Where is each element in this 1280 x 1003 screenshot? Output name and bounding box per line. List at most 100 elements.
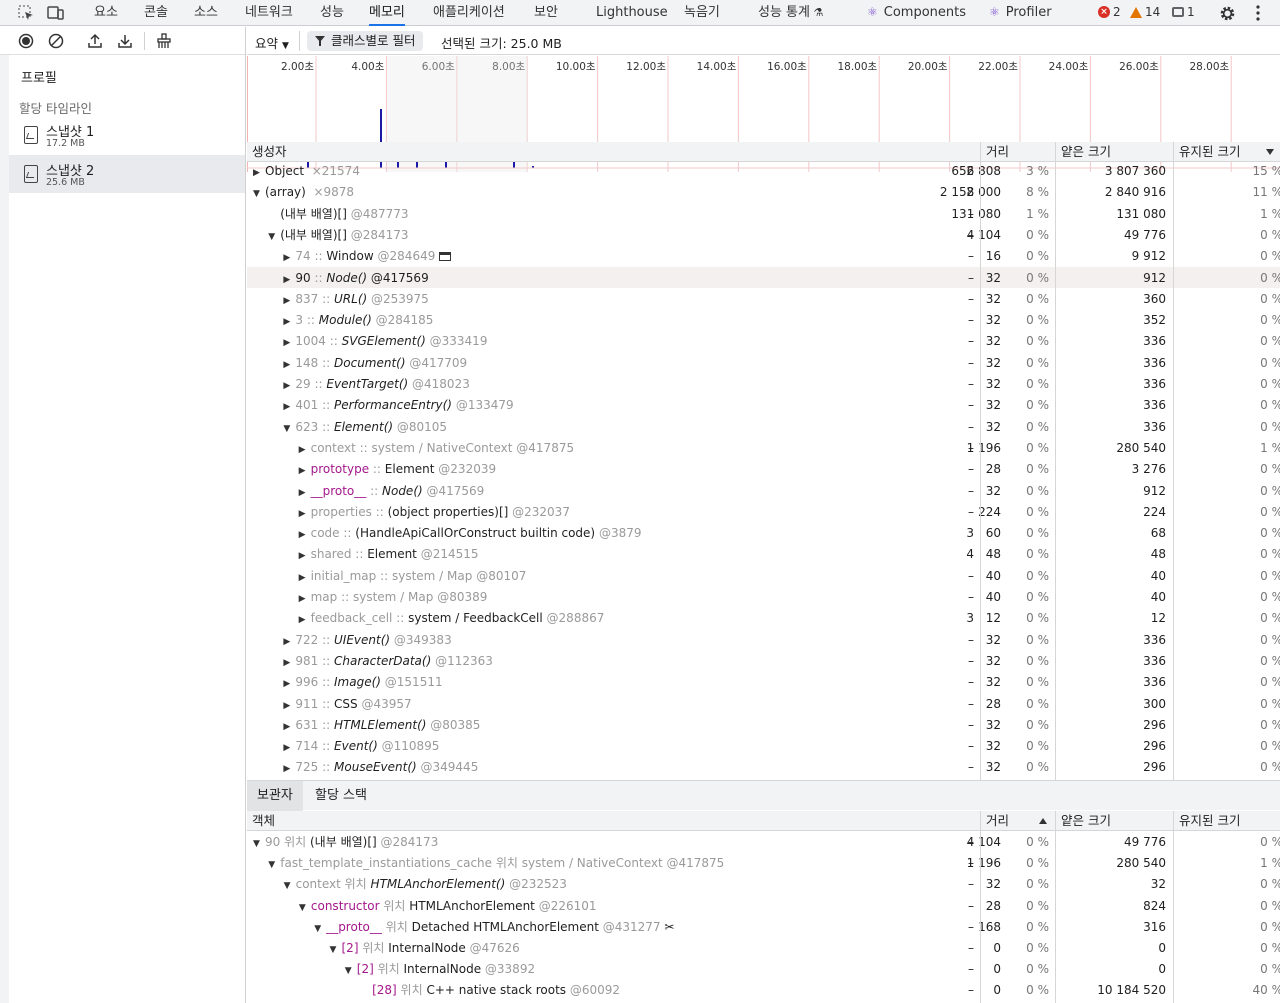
table-row[interactable]: ▶631 :: HTMLElement() @80385–320 %2960 %: [247, 714, 1280, 735]
collapsed-arrow-icon[interactable]: ▶: [283, 760, 295, 778]
collapsed-arrow-icon[interactable]: ▶: [283, 718, 295, 736]
tab-elements[interactable]: 요소: [94, 0, 118, 26]
collapsed-arrow-icon[interactable]: ▶: [283, 271, 295, 289]
table-row[interactable]: ▼ __proto__ 위치 Detached HTMLAnchorElement…: [247, 916, 1280, 937]
save-profile-button[interactable]: [115, 31, 135, 51]
table-row[interactable]: (내부 배열)[] @487773–131 0801 %131 0801 %: [247, 203, 1280, 224]
collapsed-arrow-icon[interactable]: ▶: [283, 377, 295, 395]
table-row[interactable]: ▶shared :: Element @2145154480 %480 %: [247, 543, 1280, 564]
table-row[interactable]: [28] 위치 C++ native stack roots @60092–0 0…: [247, 979, 1280, 1000]
expanded-arrow-icon[interactable]: ▼: [253, 185, 265, 203]
table-row[interactable]: ▶ 981 :: CharacterData() @112363–32 0 % 336…: [247, 650, 1280, 671]
table-row[interactable]: ▼ context 위치 HTMLAnchorElement() @232523–…: [247, 873, 1280, 894]
table-row[interactable]: ▶ prototype :: Element @232039–28 0 % 3 276…: [247, 458, 1280, 479]
table-row[interactable]: ▶ feedback_cell :: system / FeedbackCell …: [247, 607, 1280, 628]
collapsed-arrow-icon[interactable]: ▶: [283, 334, 295, 352]
collapsed-arrow-icon[interactable]: ▶: [299, 462, 311, 480]
table-row[interactable]: ▼ 90 위치 (내부 배열)[] @284173–4 104 0 % 49 776 0…: [247, 831, 1280, 852]
table-row[interactable]: ▼ fast_template_instantiations_cache 위치 s…: [247, 852, 1280, 873]
column-constructor[interactable]: 생성자: [247, 142, 287, 162]
table-row[interactable]: ▶74 :: Window @284649–160 %9 9120 %: [247, 245, 1280, 266]
table-row[interactable]: ▶90 :: Node() @417569–320 %9120 %: [247, 266, 1280, 289]
table-row[interactable]: ▶3 :: Module() @284185–320 %3520 %: [247, 309, 1280, 330]
collapsed-arrow-icon[interactable]: ▶: [253, 164, 265, 182]
column-shallow-size[interactable]: 얕은 크기: [1056, 142, 1111, 162]
collapsed-arrow-icon[interactable]: ▶: [283, 697, 295, 715]
inspect-element-icon[interactable]: [16, 3, 36, 23]
table-row[interactable]: ▶map :: system / Map @80389–400 %400 %: [247, 586, 1280, 607]
warning-count[interactable]: 14: [1130, 5, 1160, 19]
message-count[interactable]: 1: [1172, 5, 1195, 19]
snapshot-item-1[interactable]: 스냅샷 1 17.2 MB: [9, 116, 245, 154]
class-filter-button[interactable]: 클래스별로 필터: [307, 31, 424, 51]
tab-network[interactable]: 네트워크: [245, 0, 293, 26]
collapsed-arrow-icon[interactable]: ▶: [299, 484, 311, 502]
table-row[interactable]: ▶29 :: EventTarget() @418023–320 %3360 %: [247, 373, 1280, 394]
collapsed-arrow-icon[interactable]: ▶: [283, 654, 295, 672]
tab-retainers[interactable]: 보관자: [247, 781, 303, 811]
settings-gear-icon[interactable]: [1217, 3, 1237, 23]
collapsed-arrow-icon[interactable]: ▶: [283, 356, 295, 374]
tab-recorder[interactable]: 녹음기: [684, 0, 720, 26]
table-row[interactable]: ▶ initial_map :: system / Map @80107–40 0 …: [247, 565, 1280, 586]
tab-sources[interactable]: 소스: [194, 0, 218, 26]
expanded-arrow-icon[interactable]: ▼: [330, 941, 342, 959]
table-row[interactable]: ▶ 1004 :: SVGElement() @333419–32 0 % 336 0 …: [247, 330, 1280, 351]
record-button[interactable]: [16, 31, 36, 51]
expanded-arrow-icon[interactable]: ▼: [283, 420, 295, 438]
window-icon[interactable]: [439, 252, 452, 262]
collapsed-arrow-icon[interactable]: ▶: [299, 569, 311, 587]
table-row[interactable]: ▶ code :: (HandleApiCallOrConstruct built…: [247, 522, 1280, 543]
table-row[interactable]: ▶911 :: CSS @43957–280 %3000 %: [247, 693, 1280, 714]
collapsed-arrow-icon[interactable]: ▶: [283, 739, 295, 757]
table-row[interactable]: ▶ context :: system / NativeContext @4178…: [247, 437, 1280, 458]
table-row[interactable]: ▶837 :: URL() @253975–320 %3600 %: [247, 288, 1280, 309]
column-distance[interactable]: 거리: [981, 142, 1009, 162]
snapshot-item-2[interactable]: 스냅샷 2 25.6 MB: [9, 155, 245, 193]
tab-performance-insights[interactable]: 성능 통계 ⚗: [758, 0, 823, 26]
expanded-arrow-icon[interactable]: ▼: [268, 856, 280, 874]
table-row[interactable]: ▶722 :: UIEvent() @349383–320 %3360 %: [247, 629, 1280, 650]
collapsed-arrow-icon[interactable]: ▶: [283, 398, 295, 416]
tab-console[interactable]: 콘솔: [144, 0, 168, 26]
collapsed-arrow-icon[interactable]: ▶: [299, 611, 311, 629]
column-object[interactable]: 객체: [247, 811, 275, 831]
table-row[interactable]: ▶996 :: Image() @151511–320 %3360 %: [247, 671, 1280, 692]
table-row[interactable]: ▶148 :: Document() @417709–320 %3360 %: [247, 352, 1280, 373]
load-profile-button[interactable]: [85, 31, 105, 51]
table-row[interactable]: ▶ Object ×21574 2 656 808 3 % 3 807 360 15 %: [247, 160, 1280, 181]
tab-performance[interactable]: 성능: [320, 0, 344, 26]
device-toolbar-icon[interactable]: [46, 3, 66, 23]
table-row[interactable]: ▼623 :: Element() @80105–320 %3360 %: [247, 416, 1280, 437]
tab-profiler[interactable]: ⚛ Profiler: [989, 0, 1052, 26]
column-retained-size[interactable]: 유지된 크기: [1174, 811, 1240, 831]
table-row[interactable]: ▼ (array) ×9878 2 2 158 000 8 % 2 840 916 11 %: [247, 181, 1280, 202]
expanded-arrow-icon[interactable]: ▼: [268, 228, 280, 246]
expanded-arrow-icon[interactable]: ▼: [314, 920, 326, 938]
collect-garbage-icon[interactable]: [154, 31, 174, 51]
collapsed-arrow-icon[interactable]: ▶: [299, 441, 311, 459]
tab-memory[interactable]: 메모리: [369, 0, 405, 26]
collapsed-arrow-icon[interactable]: ▶: [283, 249, 295, 267]
collapsed-arrow-icon[interactable]: ▶: [283, 675, 295, 693]
table-row[interactable]: ▼(내부 배열)[] @284173–4 1040 %49 7760 %: [247, 224, 1280, 245]
error-count[interactable]: × 2: [1098, 5, 1121, 19]
expanded-arrow-icon[interactable]: ▼: [253, 835, 265, 853]
expanded-arrow-icon[interactable]: ▼: [345, 962, 357, 980]
collapsed-arrow-icon[interactable]: ▶: [299, 526, 311, 544]
column-retained-size[interactable]: 유지된 크기: [1174, 142, 1275, 162]
tab-components[interactable]: ⚛ Components: [867, 0, 966, 26]
column-distance[interactable]: 거리: [981, 811, 1048, 831]
tab-allocation-stack[interactable]: 할당 스택: [315, 781, 367, 811]
table-row[interactable]: ▶714 :: Event() @110895–320 %2960 %: [247, 735, 1280, 756]
view-select[interactable]: 요약 ▼: [255, 33, 289, 52]
table-row[interactable]: ▼[2] 위치 InternalNode @33892–00 %00 %: [247, 958, 1280, 979]
expanded-arrow-icon[interactable]: ▼: [299, 899, 311, 917]
clear-all-button[interactable]: [46, 31, 66, 51]
tab-application[interactable]: 애플리케이션: [433, 0, 505, 26]
column-shallow-size[interactable]: 얕은 크기: [1056, 811, 1111, 831]
collapsed-arrow-icon[interactable]: ▶: [283, 313, 295, 331]
table-row[interactable]: ▶__proto__ :: Node() @417569–320 %9120 %: [247, 480, 1280, 501]
collapsed-arrow-icon[interactable]: ▶: [283, 292, 295, 310]
table-row[interactable]: ▶ 401 :: PerformanceEntry() @133479–32 0 %…: [247, 394, 1280, 415]
